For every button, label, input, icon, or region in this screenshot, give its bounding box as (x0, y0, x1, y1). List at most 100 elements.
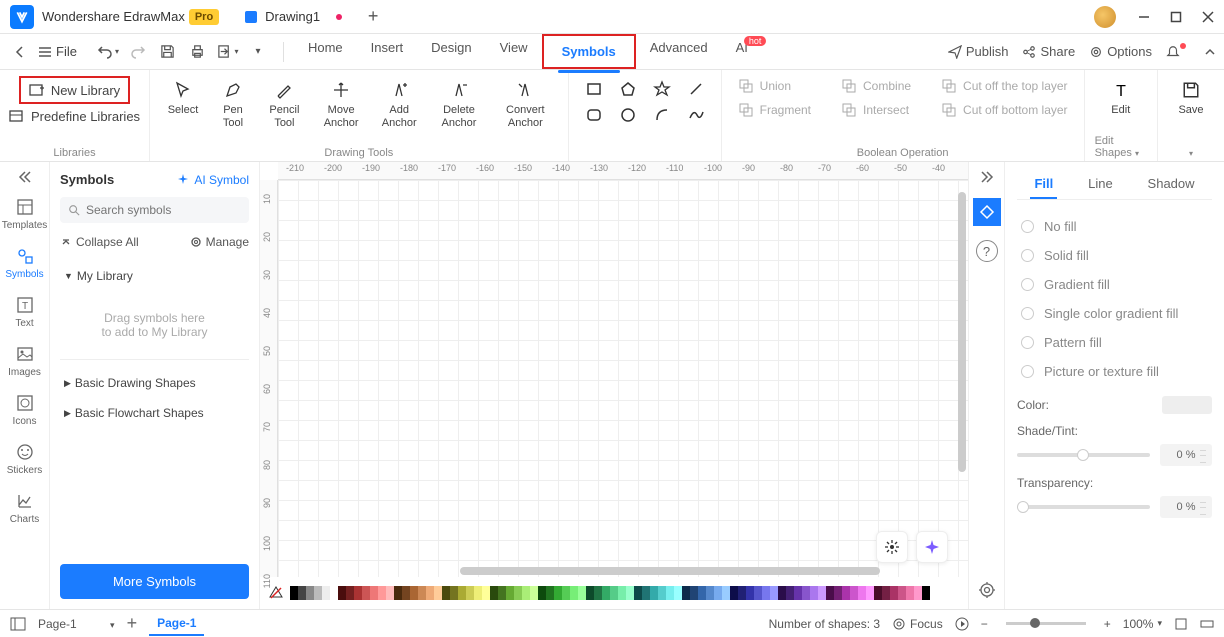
color-swatch[interactable] (314, 586, 322, 600)
more-symbols-button[interactable]: More Symbols (60, 564, 249, 599)
color-swatch[interactable] (434, 586, 442, 600)
collapse-ribbon-button[interactable] (1204, 46, 1216, 58)
color-swatch[interactable] (866, 586, 874, 600)
solid-fill-option[interactable]: Solid fill (1017, 241, 1212, 270)
close-button[interactable] (1192, 2, 1224, 32)
collapse-sidebar-button[interactable] (17, 170, 33, 184)
file-menu[interactable]: File (38, 44, 77, 59)
color-swatch[interactable] (914, 586, 922, 600)
save-shapes-button[interactable]: Save (1168, 76, 1214, 121)
color-swatch[interactable] (458, 586, 466, 600)
settings-button[interactable] (978, 581, 996, 599)
color-swatch[interactable] (666, 586, 674, 600)
color-swatch[interactable] (506, 586, 514, 600)
shade-tint-slider[interactable] (1017, 453, 1150, 457)
convert-anchor-tool[interactable]: Convert Anchor (493, 76, 558, 134)
shape-rounded-rect[interactable] (579, 102, 609, 128)
manage-button[interactable]: Manage (190, 235, 249, 249)
color-swatch[interactable] (770, 586, 778, 600)
color-swatch[interactable] (322, 586, 330, 600)
vertical-scrollbar[interactable] (958, 192, 966, 472)
color-swatch[interactable] (682, 586, 690, 600)
zoom-out-button[interactable]: − (981, 617, 988, 631)
collapse-all-button[interactable]: Collapse All (60, 235, 139, 249)
color-swatch[interactable] (690, 586, 698, 600)
shape-pentagon[interactable] (613, 76, 643, 102)
color-swatch[interactable] (354, 586, 362, 600)
shape-rectangle[interactable] (579, 76, 609, 102)
color-swatch[interactable] (522, 586, 530, 600)
zoom-level[interactable]: 100% ▾ (1123, 617, 1162, 631)
color-swatch[interactable] (850, 586, 858, 600)
predefine-libraries-button[interactable]: Predefine Libraries (1, 104, 148, 128)
color-swatch[interactable] (474, 586, 482, 600)
color-swatch[interactable] (426, 586, 434, 600)
color-swatch[interactable] (642, 586, 650, 600)
shape-curve[interactable] (681, 102, 711, 128)
publish-button[interactable]: Publish (948, 44, 1009, 59)
new-library-button[interactable]: New Library (19, 76, 130, 104)
color-swatch[interactable] (906, 586, 914, 600)
union-button[interactable]: Union (732, 76, 817, 96)
page-tab[interactable]: Page-1 (149, 612, 204, 636)
outline-toggle[interactable] (10, 617, 26, 631)
color-swatch[interactable] (578, 586, 586, 600)
back-button[interactable] (8, 40, 32, 64)
color-swatch[interactable] (730, 586, 738, 600)
save-quick-button[interactable] (156, 40, 180, 64)
color-swatch[interactable] (594, 586, 602, 600)
color-swatch[interactable] (498, 586, 506, 600)
color-swatch[interactable] (514, 586, 522, 600)
smart-suggest-button[interactable] (876, 531, 908, 563)
color-swatch[interactable] (762, 586, 770, 600)
cut-top-button[interactable]: Cut off the top layer (935, 76, 1074, 96)
fragment-button[interactable]: Fragment (732, 100, 817, 120)
menu-insert[interactable]: Insert (357, 34, 418, 69)
sidebar-symbols[interactable]: Symbols (0, 239, 49, 288)
move-anchor-tool[interactable]: Move Anchor (313, 76, 370, 134)
color-swatch[interactable] (618, 586, 626, 600)
color-swatch[interactable] (466, 586, 474, 600)
basic-drawing-shapes[interactable]: ▶Basic Drawing Shapes (60, 368, 249, 398)
color-swatch[interactable] (442, 586, 450, 600)
sidebar-images[interactable]: Images (0, 337, 49, 386)
color-swatch[interactable] (714, 586, 722, 600)
sidebar-charts[interactable]: Charts (0, 484, 49, 533)
ai-sparkle-button[interactable] (916, 531, 948, 563)
fill-tab[interactable]: Fill (1030, 170, 1057, 199)
shadow-tab[interactable]: Shadow (1144, 170, 1199, 199)
add-anchor-tool[interactable]: Add Anchor (373, 76, 425, 134)
focus-toggle[interactable]: Focus (892, 617, 943, 631)
basic-flowchart-shapes[interactable]: ▶Basic Flowchart Shapes (60, 398, 249, 428)
sidebar-icons[interactable]: Icons (0, 386, 49, 435)
color-swatch[interactable] (778, 586, 786, 600)
color-swatch[interactable] (330, 586, 338, 600)
color-swatch[interactable] (418, 586, 426, 600)
fit-page-button[interactable] (1174, 617, 1188, 631)
color-swatch[interactable] (882, 586, 890, 600)
shade-tint-value[interactable]: 0 % (1160, 444, 1212, 466)
zoom-slider[interactable] (1006, 622, 1086, 625)
color-swatch[interactable] (650, 586, 658, 600)
single-gradient-option[interactable]: Single color gradient fill (1017, 299, 1212, 328)
search-symbols-input[interactable] (60, 197, 249, 223)
color-swatch[interactable] (602, 586, 610, 600)
color-swatch[interactable] (530, 586, 538, 600)
color-swatch[interactable] (410, 586, 418, 600)
notifications-button[interactable] (1166, 45, 1190, 59)
color-swatch[interactable] (858, 586, 866, 600)
pen-tool[interactable]: Pen Tool (210, 76, 256, 134)
color-swatch[interactable] (338, 586, 346, 600)
color-swatch[interactable] (658, 586, 666, 600)
no-fill-option[interactable]: No fill (1017, 212, 1212, 241)
color-swatch[interactable] (306, 586, 314, 600)
color-swatch[interactable] (754, 586, 762, 600)
sidebar-text[interactable]: TText (0, 288, 49, 337)
color-swatch[interactable] (546, 586, 554, 600)
sidebar-stickers[interactable]: Stickers (0, 435, 49, 484)
color-swatch[interactable] (562, 586, 570, 600)
nofill-icon[interactable] (268, 585, 284, 601)
drawing-canvas[interactable] (278, 180, 968, 577)
sidebar-templates[interactable]: Templates (0, 190, 49, 239)
redo-button[interactable] (126, 40, 150, 64)
